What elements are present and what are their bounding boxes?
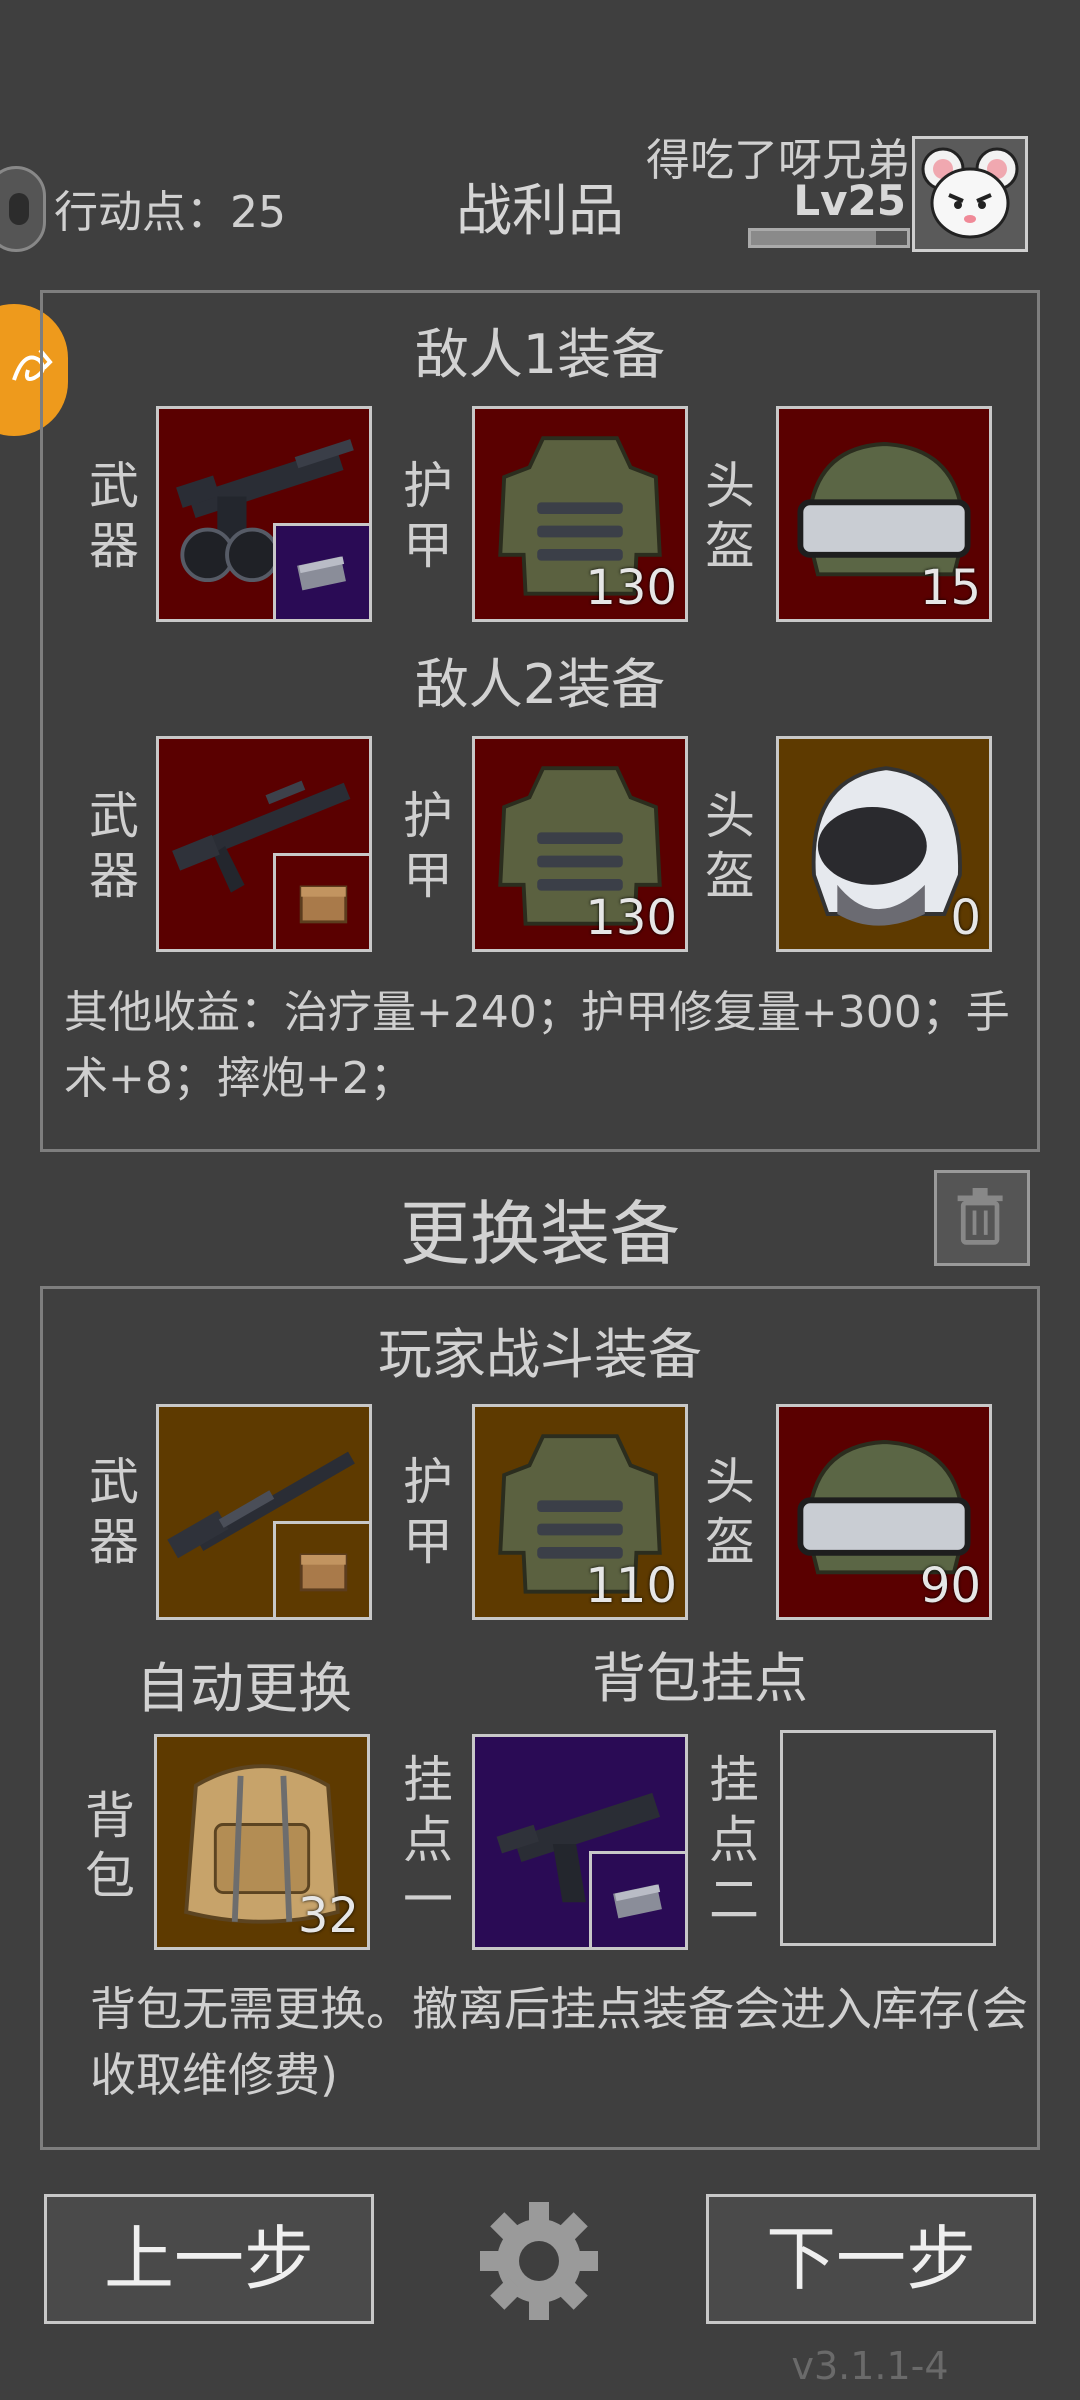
- left-edge-round-button[interactable]: [0, 166, 46, 252]
- player-armor-slot[interactable]: 110: [472, 1404, 688, 1620]
- ammo-box-icon: [613, 1884, 662, 1919]
- mount1-slot[interactable]: [472, 1734, 688, 1950]
- enemy1-title: 敌人1装备: [414, 323, 666, 386]
- player-weapon-slot[interactable]: [156, 1404, 372, 1620]
- prev-step-label: 上一步: [104, 2218, 314, 2300]
- weapon-label: 武 器: [89, 1453, 139, 1571]
- player-helmet-slot[interactable]: 90: [776, 1404, 992, 1620]
- backpack-capacity: 32: [297, 1888, 359, 1944]
- prev-step-button[interactable]: 上一步: [44, 2194, 374, 2324]
- ammo-crate-icon: [299, 885, 348, 924]
- helmet-label: 头 盔: [705, 1453, 755, 1571]
- ammo-slot: [273, 1521, 369, 1617]
- page-title: 战利品: [456, 179, 624, 244]
- helmet-durability: 90: [919, 1558, 981, 1614]
- discard-button[interactable]: [934, 1170, 1030, 1266]
- mouse-avatar-icon: [921, 147, 1019, 239]
- armor-label: 护 甲: [403, 457, 453, 575]
- armor-label: 护 甲: [403, 787, 453, 905]
- weapon-label: 武 器: [89, 787, 139, 905]
- player-equipment-title: 玩家战斗装备: [378, 1323, 702, 1386]
- mount2-slot[interactable]: [780, 1730, 996, 1946]
- ammo-slot: [589, 1851, 685, 1947]
- backpack-mounts-title: 背包挂点: [592, 1647, 808, 1710]
- helmet-label: 头 盔: [705, 457, 755, 575]
- enemy1-helmet-slot[interactable]: 15: [776, 406, 992, 622]
- enemy2-weapon-slot[interactable]: [156, 736, 372, 952]
- next-step-button[interactable]: 下一步: [706, 2194, 1036, 2324]
- xp-bar-fill: [751, 231, 876, 245]
- player-level: Lv25: [793, 176, 906, 225]
- trash-icon: [957, 1188, 1003, 1245]
- enemy1-armor-slot[interactable]: 130: [472, 406, 688, 622]
- enemy2-title: 敌人2装备: [414, 653, 666, 716]
- capsule-icon: [9, 193, 29, 225]
- armor-durability: 110: [585, 1558, 677, 1614]
- other-gains-text: 其他收益：治疗量+240；护甲修复量+300；手术+8；摔炮+2；: [64, 987, 1010, 1104]
- xp-bar: [748, 228, 910, 248]
- next-step-label: 下一步: [766, 2218, 976, 2300]
- settings-button[interactable]: [474, 2196, 604, 2326]
- ammo-slot: [273, 853, 369, 949]
- enemy2-armor-slot[interactable]: 130: [472, 736, 688, 952]
- ammo-slot: [273, 523, 369, 619]
- ammo-crate-icon: [299, 1553, 348, 1592]
- mount2-label: 挂 点 二: [709, 1751, 759, 1929]
- backpack-slot[interactable]: 32: [154, 1734, 370, 1950]
- helmet-durability: 15: [919, 560, 981, 616]
- helmet-label: 头 盔: [705, 787, 755, 905]
- helmet-durability: 0: [950, 890, 981, 946]
- player-avatar[interactable]: [912, 136, 1028, 252]
- action-points: 行动点：25: [54, 187, 286, 238]
- auto-replace-button[interactable]: 自动更换: [124, 1644, 364, 1723]
- weapon-label: 武 器: [89, 457, 139, 575]
- mount1-label: 挂 点 一: [403, 1751, 453, 1929]
- backpack-note: 背包无需更换。撤离后挂点装备会进入库存(会收取维修费): [90, 1982, 1028, 2102]
- backpack-label: 背 包: [85, 1787, 135, 1905]
- ammo-box-icon: [297, 556, 346, 591]
- version-label: v3.1.1-4: [791, 2344, 949, 2388]
- enemy2-helmet-slot[interactable]: 0: [776, 736, 992, 952]
- change-equipment-title: 更换装备: [400, 1193, 680, 1275]
- armor-label: 护 甲: [403, 1453, 453, 1571]
- armor-durability: 130: [585, 560, 677, 616]
- armor-durability: 130: [585, 890, 677, 946]
- gear-icon: [480, 2202, 598, 2320]
- enemy1-weapon-slot[interactable]: [156, 406, 372, 622]
